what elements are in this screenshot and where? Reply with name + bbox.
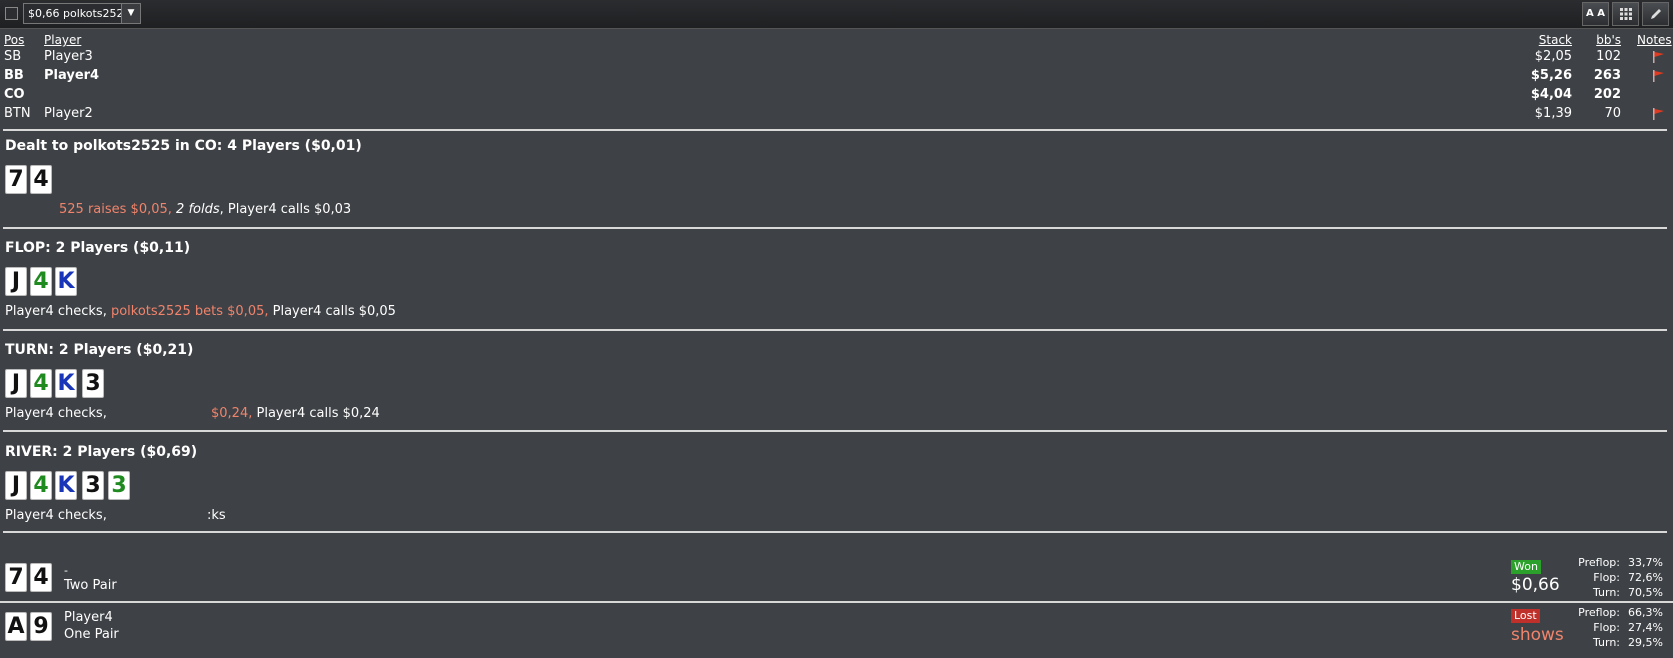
row-stack: $2,05 — [1534, 49, 1572, 64]
card: 3 — [108, 471, 130, 500]
header-notes[interactable]: Notes — [1637, 33, 1672, 47]
divider — [3, 329, 1667, 331]
pencil-icon[interactable] — [1642, 2, 1669, 26]
row-stack: $5,26 — [1530, 68, 1572, 83]
equity-street: Preflop: — [1578, 556, 1620, 569]
divider — [3, 531, 1667, 533]
row-player[interactable]: Player2 — [44, 106, 93, 121]
header-player[interactable]: Player — [44, 33, 81, 47]
river-action-fragment: :ks — [207, 508, 226, 523]
row-pos: BB — [4, 68, 24, 83]
won-amount: $0,66 — [1511, 575, 1560, 595]
card: 4 — [30, 267, 52, 296]
header-stack[interactable]: Stack — [1520, 33, 1572, 47]
chevron-down-icon[interactable]: ▼ — [121, 4, 140, 23]
row-bbs: 202 — [1593, 87, 1621, 102]
equity-street: Flop: — [1593, 571, 1620, 584]
divider — [3, 430, 1667, 432]
card: K — [55, 267, 77, 296]
row-pos: CO — [4, 87, 25, 102]
showdown-player: - — [64, 564, 68, 577]
row-stack: $4,04 — [1530, 87, 1572, 102]
hero-action: 525 raises $0,05, — [59, 202, 172, 217]
river-title: RIVER: 2 Players ($0,69) — [5, 444, 198, 460]
row-pos: SB — [4, 49, 22, 64]
font-size-button[interactable]: A A — [1582, 2, 1609, 26]
folds-action: 2 folds — [176, 202, 220, 217]
equity-value: 29,5% — [1628, 636, 1663, 649]
showdown-player[interactable]: Player4 — [64, 610, 113, 625]
hero-action: polkots2525 bets $0,05, — [110, 304, 269, 319]
call-action: , Player4 calls $0,03 — [219, 202, 352, 217]
showdown-hand: One Pair — [64, 627, 119, 642]
turn-check-action: Player4 checks, — [5, 406, 107, 421]
turn-title: TURN: 2 Players ($0,21) — [5, 342, 194, 358]
card: J — [5, 369, 27, 398]
lost-badge: Lost — [1511, 609, 1540, 623]
showdown-hand: Two Pair — [64, 578, 117, 593]
card: 3 — [82, 369, 104, 398]
note-flag-icon[interactable] — [1652, 108, 1666, 120]
equity-value: 70,5% — [1628, 586, 1663, 599]
row-pos: BTN — [4, 106, 31, 121]
preflop-title: Dealt to polkots2525 in CO: 4 Players ($… — [5, 138, 362, 154]
toolbar: $0,66 polkots2525 ▼ A A — [0, 0, 1673, 29]
equity-value: 72,6% — [1628, 571, 1663, 584]
card: 7 — [5, 165, 27, 194]
table-select-value: $0,66 polkots2525 — [28, 7, 131, 20]
grid-icon[interactable] — [1612, 2, 1639, 26]
header-bbs[interactable]: bb's — [1586, 33, 1621, 47]
divider — [0, 601, 1673, 603]
card: 4 — [30, 471, 52, 500]
equity-value: 33,7% — [1628, 556, 1663, 569]
card: 4 — [30, 165, 52, 194]
row-stack: $1,39 — [1534, 106, 1572, 121]
row-bbs: 263 — [1593, 68, 1621, 83]
equity-value: 27,4% — [1628, 621, 1663, 634]
card: 9 — [30, 612, 52, 641]
equity-street: Flop: — [1593, 621, 1620, 634]
card: 4 — [30, 563, 52, 592]
row-player[interactable]: Player4 — [44, 68, 99, 83]
row-player[interactable]: Player3 — [44, 49, 93, 64]
shows-label: shows — [1511, 625, 1564, 645]
equity-street: Preflop: — [1578, 606, 1620, 619]
card: K — [55, 471, 77, 500]
check-action: Player4 checks, — [5, 304, 107, 319]
header-pos[interactable]: Pos — [4, 33, 24, 47]
divider — [3, 129, 1667, 131]
hero-action: $0,24, — [211, 406, 253, 421]
note-flag-icon[interactable] — [1652, 70, 1666, 82]
card: 4 — [30, 369, 52, 398]
select-checkbox[interactable] — [5, 7, 18, 20]
table-select[interactable]: $0,66 polkots2525 ▼ — [23, 3, 141, 24]
card: 7 — [5, 563, 27, 592]
won-badge: Won — [1511, 560, 1541, 574]
preflop-actions: 525 raises $0,05, 2 folds, Player4 calls… — [59, 202, 351, 217]
turn-actions: $0,24, Player4 calls $0,24 — [211, 406, 380, 421]
call-action: Player4 calls $0,24 — [256, 406, 380, 421]
card: J — [5, 471, 27, 500]
row-bbs: 70 — [1604, 106, 1621, 121]
row-bbs: 102 — [1596, 49, 1621, 64]
flop-actions: Player4 checks, polkots2525 bets $0,05, … — [5, 304, 396, 319]
flop-title: FLOP: 2 Players ($0,11) — [5, 240, 191, 256]
equity-value: 66,3% — [1628, 606, 1663, 619]
card: A — [5, 612, 27, 641]
equity-street: Turn: — [1592, 586, 1620, 599]
note-flag-icon[interactable] — [1652, 51, 1666, 63]
card: 3 — [82, 471, 104, 500]
call-action: Player4 calls $0,05 — [272, 304, 396, 319]
river-check-action: Player4 checks, — [5, 508, 107, 523]
divider — [3, 227, 1667, 229]
card: J — [5, 267, 27, 296]
card: K — [55, 369, 77, 398]
equity-street: Turn: — [1592, 636, 1620, 649]
